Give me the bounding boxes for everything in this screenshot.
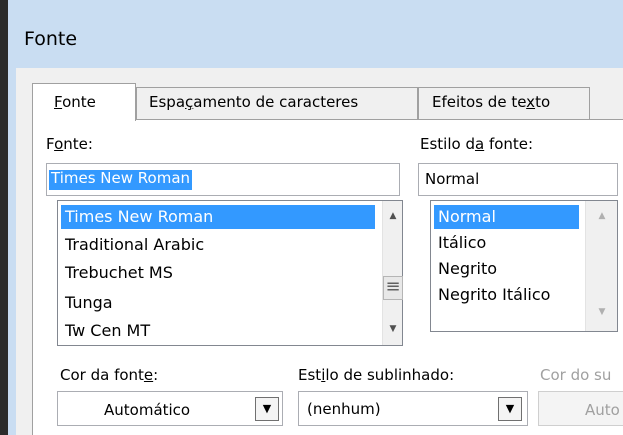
underline-color-value: Auto bbox=[585, 401, 620, 419]
scroll-thumb-grip-icon[interactable]: ≡ bbox=[383, 276, 403, 300]
list-item[interactable]: Trebuchet MS bbox=[65, 265, 173, 281]
chevron-down-icon[interactable]: ▼ bbox=[498, 397, 522, 421]
scroll-up-icon[interactable]: ▲ bbox=[383, 211, 403, 221]
style-list-item-selected[interactable]: Normal bbox=[434, 205, 579, 229]
font-style-input[interactable]: Normal bbox=[418, 163, 618, 196]
scroll-up-icon: ▲ bbox=[598, 211, 606, 221]
tab-fonte[interactable]: Fonte bbox=[32, 83, 136, 121]
chevron-down-icon[interactable]: ▼ bbox=[255, 397, 279, 421]
font-input-value: Times New Roman bbox=[49, 170, 193, 190]
underline-color-select: Auto bbox=[538, 391, 623, 426]
scroll-down-icon: ▼ bbox=[598, 307, 606, 317]
underline-style-select[interactable]: (nenhum) ▼ bbox=[298, 391, 528, 426]
tab-espacamento-label: Espaçamento de caracteres bbox=[149, 93, 359, 111]
list-item[interactable]: Tunga bbox=[65, 295, 113, 311]
style-list-scrollbar: ▲ ▼ bbox=[585, 201, 617, 331]
scroll-down-icon[interactable]: ▼ bbox=[383, 324, 403, 334]
tab-efeitos-label: Efeitos de texto bbox=[432, 93, 551, 111]
list-item[interactable]: Negrito Itálico bbox=[438, 287, 550, 303]
font-style-input-value: Normal bbox=[425, 170, 480, 188]
font-style-label: Estilo da fonte: bbox=[420, 135, 534, 153]
font-list-scrollbar[interactable]: ▲ ≡ ▼ bbox=[382, 201, 403, 345]
font-style-list[interactable]: Normal Itálico Negrito Negrito Itálico ▲… bbox=[430, 200, 618, 332]
font-color-value: Automático bbox=[104, 401, 191, 419]
window-title: Fonte bbox=[24, 28, 78, 50]
title-bar[interactable] bbox=[8, 0, 623, 68]
tab-fonte-label: Fonte bbox=[54, 93, 96, 111]
tab-efeitos[interactable]: Efeitos de texto bbox=[418, 87, 590, 119]
list-item[interactable]: Tw Cen MT bbox=[65, 323, 150, 339]
font-list[interactable]: Times New Roman Traditional Arabic Trebu… bbox=[57, 200, 403, 346]
underline-color-label: Cor do su bbox=[540, 366, 612, 384]
list-item[interactable]: Itálico bbox=[438, 235, 486, 251]
tab-espacamento[interactable]: Espaçamento de caracteres bbox=[136, 87, 418, 119]
underline-style-label: Estilo de sublinhado: bbox=[298, 366, 455, 384]
font-color-select[interactable]: Automático ▼ bbox=[57, 391, 283, 426]
font-label: Fonte: bbox=[46, 135, 93, 153]
font-color-label: Cor da fonte: bbox=[60, 366, 159, 384]
window-frame-left bbox=[8, 68, 16, 435]
background-window-edge bbox=[0, 0, 8, 435]
underline-style-value: (nenhum) bbox=[307, 400, 381, 418]
font-list-item-selected[interactable]: Times New Roman bbox=[61, 205, 375, 229]
list-item[interactable]: Negrito bbox=[438, 261, 497, 277]
list-item[interactable]: Traditional Arabic bbox=[65, 237, 204, 253]
